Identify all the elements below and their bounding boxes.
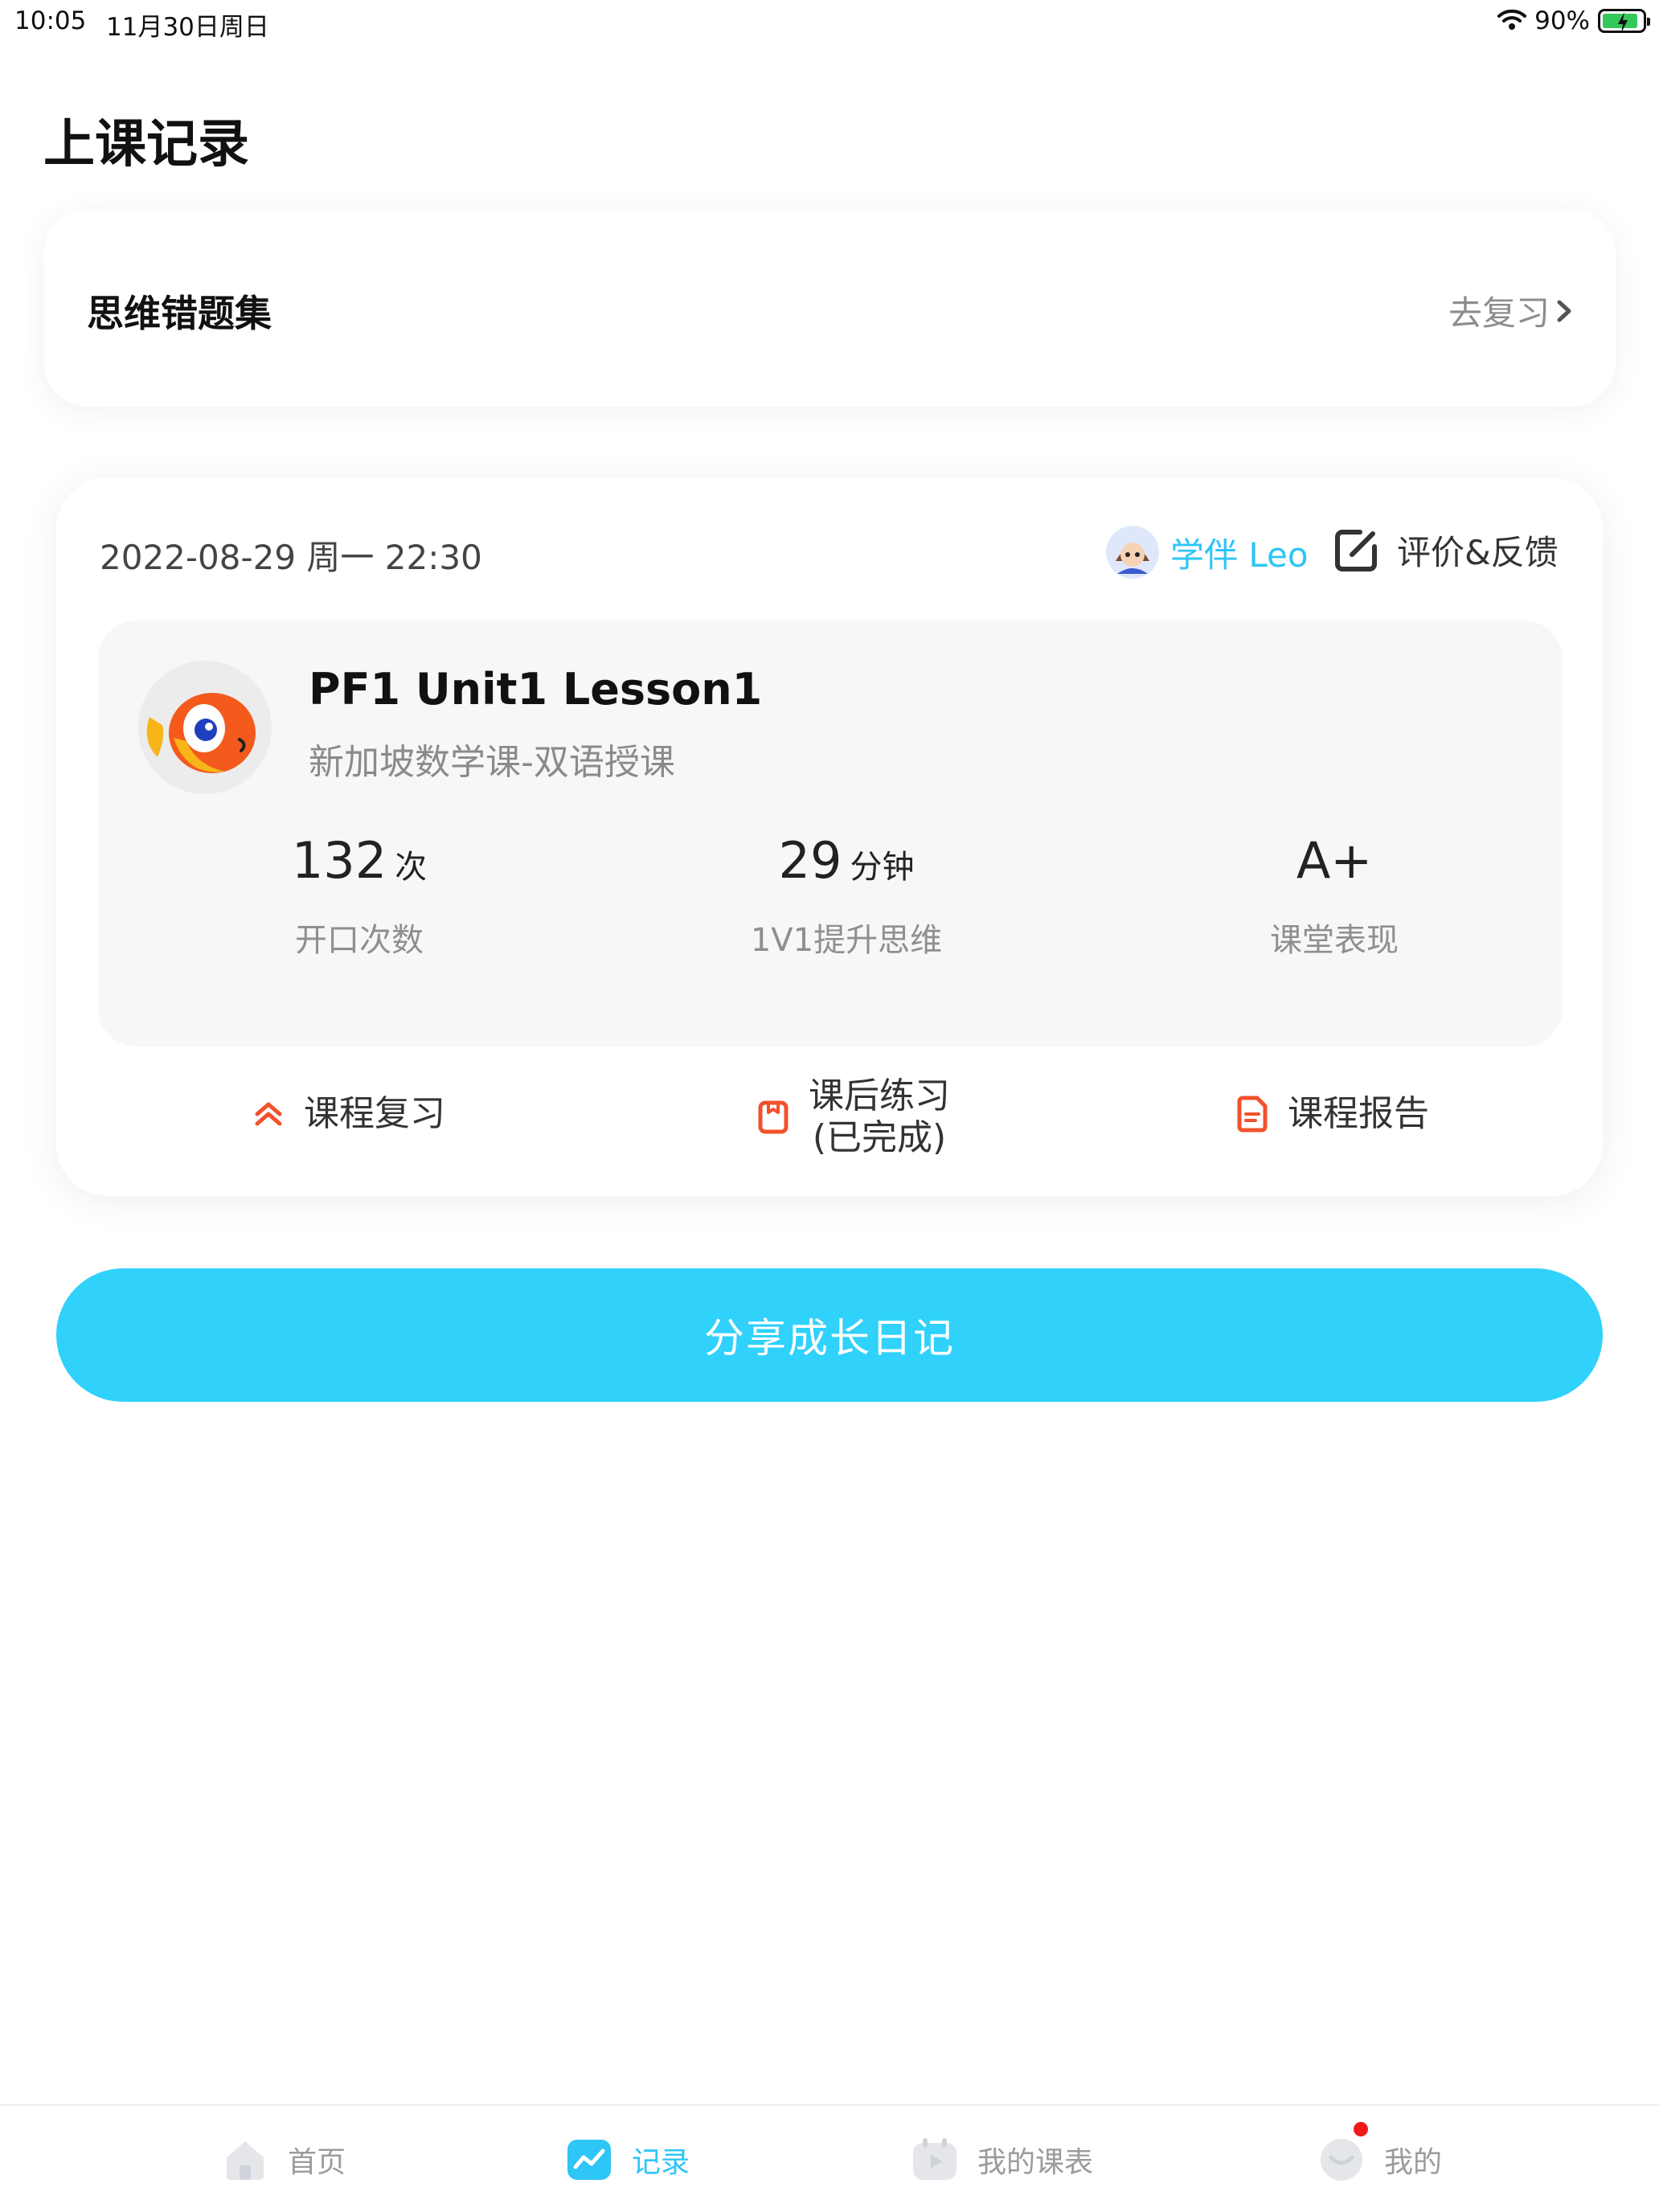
tab-label: 我的课表: [977, 2146, 1094, 2179]
page-title: 上课记录: [43, 115, 249, 174]
status-bar: 10:05 11月30日周日 90%: [0, 0, 1659, 45]
status-right: 90%: [1497, 5, 1650, 37]
course-report-button[interactable]: 课程报告: [1235, 1093, 1429, 1135]
feedback-button[interactable]: 评价&反馈: [1333, 526, 1559, 575]
course-report-label: 课程报告: [1288, 1093, 1429, 1134]
homework-button[interactable]: 课后练习 (已完成): [756, 1075, 950, 1159]
status-date: 11月30日周日: [106, 13, 269, 42]
course-review-label: 课程复习: [304, 1093, 445, 1134]
app-screen: 10:05 11月30日周日 90% 上课记录 思维错题集 去复习 2022-0…: [0, 0, 1659, 2212]
error-set-card[interactable]: 思维错题集 去复习: [43, 209, 1616, 407]
lesson-summary[interactable]: PF1 Unit1 Lesson1 新加坡数学课-双语授课 132 次 开口次数 …: [98, 621, 1563, 1047]
homework-label-line2: (已完成): [812, 1117, 947, 1158]
edit-icon: [1335, 529, 1377, 571]
stat-unit: 分钟: [850, 849, 915, 886]
stat-value: 29: [778, 831, 842, 890]
fish-logo: [138, 661, 272, 794]
go-review-label: 去复习: [1448, 293, 1550, 333]
wifi-icon: [1497, 8, 1527, 34]
tab-label: 我的: [1384, 2146, 1443, 2179]
tutor-name: 学伴 Leo: [1170, 535, 1309, 575]
stat-class-performance: A+ 课堂表现: [1174, 831, 1495, 961]
charging-bolt-icon: [1618, 12, 1628, 33]
homework-label: 课后练习 (已完成): [809, 1075, 950, 1159]
battery-percent: 90%: [1534, 6, 1590, 35]
share-growth-diary-button[interactable]: 分享成长日记: [56, 1268, 1603, 1402]
tab-label: 首页: [288, 2146, 346, 2179]
play-calendar-icon: [911, 2136, 958, 2183]
home-icon: [222, 2136, 268, 2183]
homework-label-line1: 课后练习: [809, 1075, 950, 1116]
tab-profile[interactable]: 我的: [1318, 2122, 1443, 2183]
notebook-icon: [758, 1100, 789, 1134]
battery-icon: [1598, 9, 1650, 33]
chevron-right-icon: [1557, 300, 1571, 322]
tab-my-schedule[interactable]: 我的课表: [911, 2136, 1093, 2183]
stat-value: A+: [1296, 831, 1373, 890]
stat-unit: 次: [395, 849, 428, 886]
lesson-title: PF1 Unit1 Lesson1: [309, 664, 763, 715]
share-button-label: 分享成长日记: [704, 1316, 955, 1361]
tab-home[interactable]: 首页: [222, 2136, 346, 2183]
class-record-card: 2022-08-29 周一 22:30 学伴 Leo 评价&反馈 PF1 Uni…: [56, 477, 1603, 1196]
tutor-badge[interactable]: 学伴 Leo: [1106, 526, 1309, 579]
feedback-label: 评价&反馈: [1397, 533, 1559, 572]
stat-label: 1V1提升思维: [750, 922, 943, 959]
stat-label: 课堂表现: [1270, 922, 1399, 959]
class-datetime: 2022-08-29 周一 22:30: [100, 538, 482, 577]
tab-label: 记录: [632, 2146, 690, 2179]
stat-value: 132: [291, 831, 387, 890]
document-icon: [1237, 1096, 1268, 1133]
stat-thinking-minutes: 29 分钟 1V1提升思维: [686, 831, 1007, 961]
stat-label: 开口次数: [295, 922, 424, 959]
notification-badge: [1354, 2122, 1368, 2136]
tab-records[interactable]: 记录: [566, 2136, 690, 2183]
error-set-title: 思维错题集: [87, 292, 272, 335]
double-chevron-up-icon: [255, 1102, 282, 1126]
lesson-subtitle: 新加坡数学课-双语授课: [309, 742, 675, 783]
chart-icon: [566, 2136, 612, 2183]
bottom-tab-bar: 首页 记录 我的课表 我的: [0, 2104, 1659, 2212]
stat-speaking-count: 132 次 开口次数: [199, 831, 520, 961]
go-review-link[interactable]: 去复习: [1448, 286, 1574, 335]
tutor-avatar: [1106, 526, 1159, 579]
profile-icon: [1318, 2122, 1368, 2183]
course-review-button[interactable]: 课程复习: [251, 1093, 445, 1135]
status-time: 10:05: [14, 6, 87, 35]
